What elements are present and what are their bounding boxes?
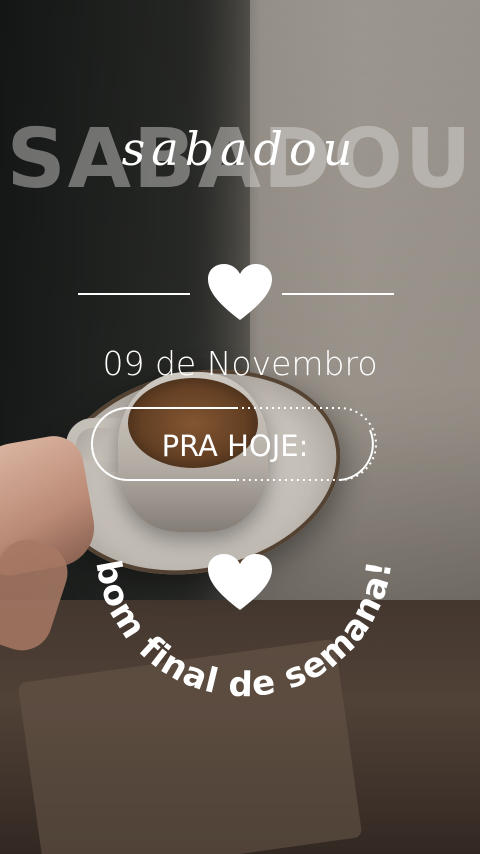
arc-message: bom final de semana! bbox=[87, 557, 400, 705]
story-canvas: SABADOU sabadou 09 de Novembro PRA HOJE:… bbox=[0, 0, 480, 854]
svg-text:bom final de semana!: bom final de semana! bbox=[87, 557, 400, 705]
arc-message-text: bom final de semana! bbox=[87, 557, 399, 705]
